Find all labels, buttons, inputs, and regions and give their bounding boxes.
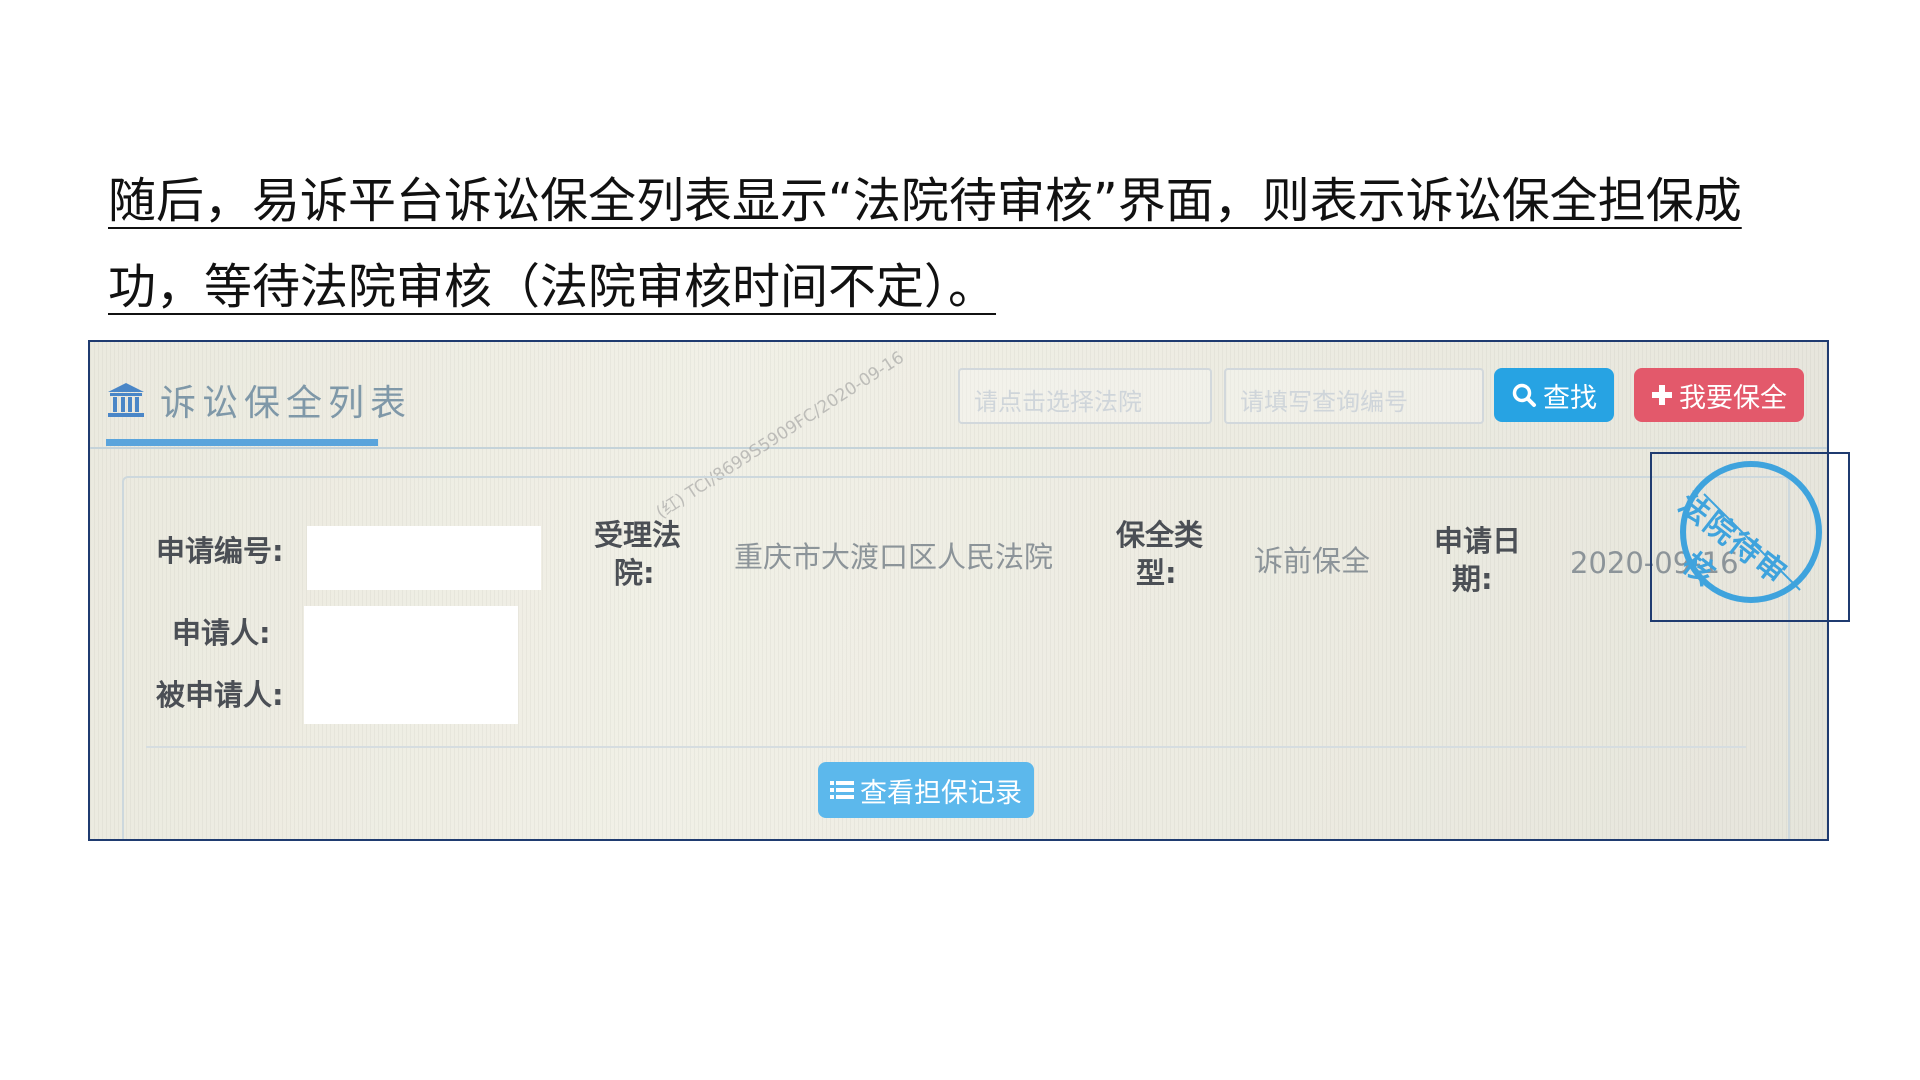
stamp-highlight-box: [1650, 452, 1850, 622]
court-select-input[interactable]: 请点击选择法院: [958, 368, 1212, 424]
screenshot-photo: 诉讼保全列表 请点击选择法院 请填写查询编号 查找 我要保全 (红) TCI/8…: [88, 340, 1829, 841]
panel-title: 诉讼保全列表: [160, 383, 413, 424]
applicant-label: 申请人:: [172, 616, 271, 650]
card-divider: [146, 746, 1746, 748]
add-preservation-button[interactable]: 我要保全: [1634, 368, 1804, 422]
list-icon: [830, 779, 854, 801]
app-no-label: 申请编号:: [156, 534, 284, 568]
search-icon: [1511, 382, 1537, 408]
query-number-input[interactable]: 请填写查询编号: [1224, 368, 1484, 424]
type-label-line2: 型:: [1136, 556, 1177, 590]
bank-icon: [108, 383, 144, 417]
respondent-label: 被申请人:: [156, 678, 284, 712]
redacted-app-no: [307, 526, 541, 590]
panel-header: 诉讼保全列表 请点击选择法院 请填写查询编号 查找 我要保全: [90, 342, 1827, 449]
date-label-line2: 期:: [1452, 562, 1493, 596]
court-value: 重庆市大渡口区人民法院: [734, 540, 1054, 574]
search-button[interactable]: 查找: [1494, 368, 1614, 422]
type-label-line1: 保全类: [1116, 518, 1204, 552]
add-preservation-label: 我要保全: [1679, 382, 1787, 414]
plus-icon: [1651, 384, 1673, 406]
redacted-parties: [304, 606, 518, 724]
court-label-line2: 院:: [614, 556, 655, 590]
title-underline: [106, 439, 378, 446]
instruction-caption: 随后，易诉平台诉讼保全列表显示“法院待审核”界面，则表示诉讼保全担保成功，等待法…: [108, 173, 1742, 315]
search-button-label: 查找: [1543, 382, 1597, 414]
panel-title-group: 诉讼保全列表: [106, 370, 412, 430]
view-guarantee-records-label: 查看担保记录: [860, 777, 1022, 809]
court-label-line1: 受理法: [594, 518, 682, 552]
date-label-line1: 申请日: [1434, 524, 1522, 558]
view-guarantee-records-button[interactable]: 查看担保记录: [818, 762, 1034, 818]
type-value: 诉前保全: [1254, 544, 1371, 578]
